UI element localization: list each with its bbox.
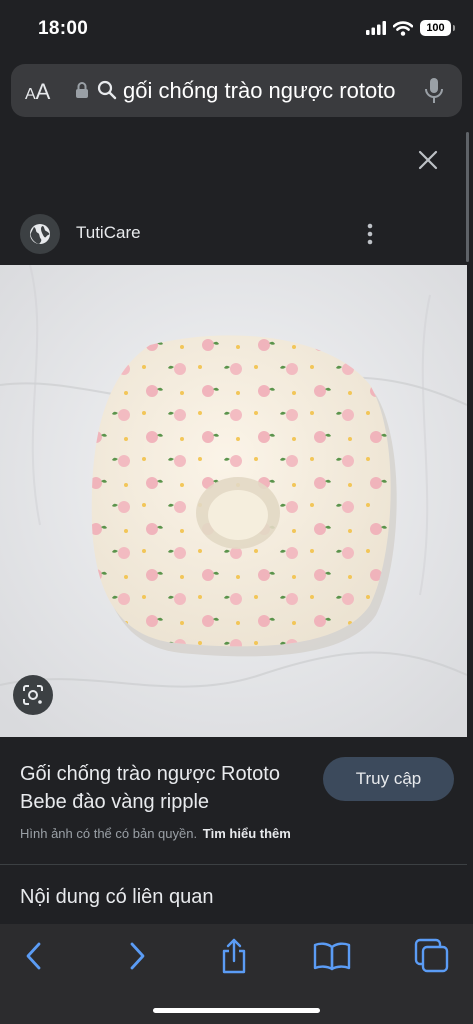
battery-indicator: 100 <box>420 20 455 36</box>
lock-icon <box>76 82 88 98</box>
divider <box>0 864 467 865</box>
globe-icon <box>30 224 50 244</box>
source-row[interactable]: TutiCare <box>20 214 453 254</box>
aa-large-letter: A <box>35 79 51 104</box>
search-query-text[interactable]: gối chống trào ngược rototo <box>123 78 421 104</box>
visit-button[interactable]: Truy cập <box>323 757 454 801</box>
reader-options-button[interactable]: AA <box>25 79 50 105</box>
bookmarks-icon <box>313 942 351 971</box>
close-icon[interactable] <box>416 148 440 172</box>
tabs-button[interactable] <box>412 936 452 976</box>
copyright-notice: Hình ảnh có thể có bản quyền. Tìm hiểu t… <box>20 826 291 841</box>
status-bar: 18:00 100 <box>0 0 473 58</box>
more-options-icon[interactable] <box>364 222 376 246</box>
back-icon <box>26 942 41 970</box>
source-favicon <box>20 214 60 254</box>
aa-small-letter: A <box>25 86 36 103</box>
share-button[interactable] <box>214 936 254 976</box>
back-button[interactable] <box>14 936 54 976</box>
image-result-panel: TutiCare Gối chống trào ngược Rototo Beb… <box>0 128 473 924</box>
home-indicator[interactable] <box>153 1008 320 1013</box>
browser-toolbar <box>0 924 473 1024</box>
lens-button[interactable] <box>13 675 53 715</box>
search-icon <box>97 80 117 100</box>
wifi-icon <box>393 20 413 36</box>
product-image[interactable] <box>0 265 467 737</box>
status-time: 18:00 <box>38 18 89 39</box>
forward-icon <box>130 942 145 970</box>
share-icon <box>222 938 246 974</box>
bookmarks-button[interactable] <box>312 936 352 976</box>
source-name[interactable]: TutiCare <box>76 223 141 243</box>
address-area: AA gối chống trào ngược rototo <box>0 58 473 128</box>
scrollbar[interactable] <box>466 132 469 262</box>
tabs-icon <box>414 938 449 973</box>
pillow-photo <box>0 265 467 737</box>
copyright-text: Hình ảnh có thể có bản quyền. <box>20 826 198 841</box>
forward-button[interactable] <box>117 936 157 976</box>
signal-icon <box>366 21 386 35</box>
address-bar[interactable]: AA gối chống trào ngược rototo <box>11 64 462 117</box>
google-lens-icon <box>23 685 43 705</box>
related-content-heading: Nội dung có liên quan <box>20 886 214 908</box>
microphone-icon[interactable] <box>424 77 444 105</box>
status-icons: 100 <box>366 20 455 36</box>
result-title[interactable]: Gối chống trào ngược Rototo Bebe đào vàn… <box>20 760 310 816</box>
learn-more-link[interactable]: Tìm hiểu thêm <box>203 826 291 841</box>
